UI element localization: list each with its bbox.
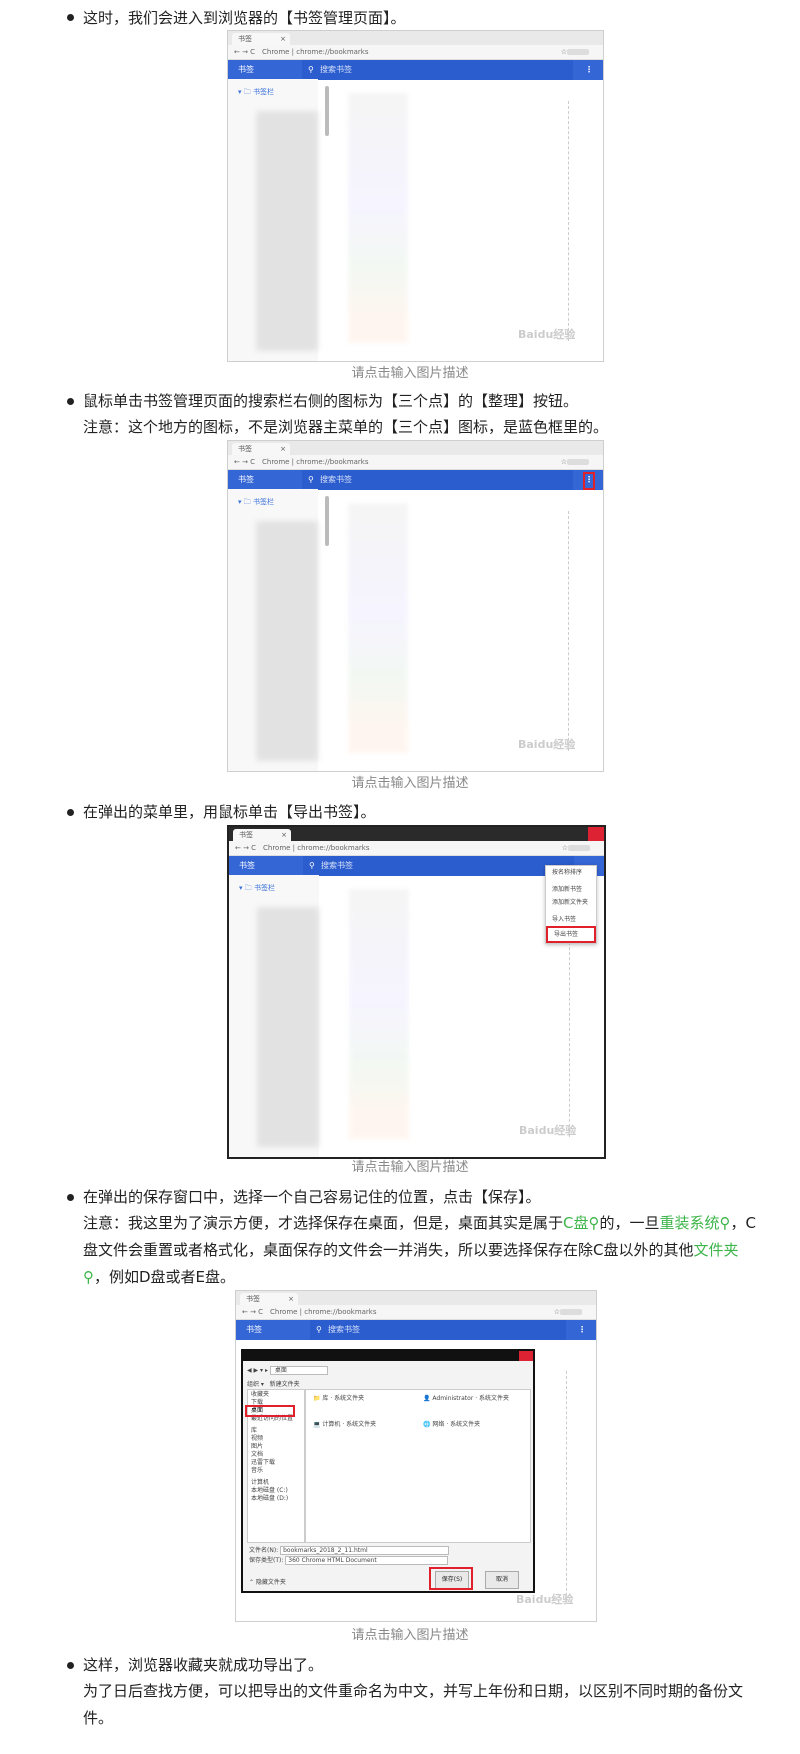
search-icon: ⚲: [83, 1268, 94, 1286]
bookmarks-search: ⚲ 搜索书签: [302, 60, 573, 80]
screenshot-save-dialog: 书签 × ← → C Chrome | chrome://bookmarks ☆ 书签…: [235, 1290, 597, 1622]
watermark: Baidu经验: [518, 328, 576, 341]
organize-menu: 按名称排序 添加新书签 添加新文件夹 导入书签 导出书签: [545, 865, 597, 944]
step-1-text: 这时，我们会进入到浏览器的【书签管理页面】。: [83, 9, 406, 27]
screenshot-bookmarks-organize: 书签 × ← → C Chrome | chrome://bookmarks ☆ 书签…: [227, 440, 604, 772]
menu-item[interactable]: 添加新文件夹: [546, 896, 596, 909]
image-caption: 请点击输入图片描述: [351, 1628, 469, 1643]
browser-tab: 书签 ×: [232, 33, 290, 45]
image-caption: 请点击输入图片描述: [351, 776, 469, 791]
search-icon: ⚲: [316, 1325, 322, 1334]
menu-item[interactable]: 按名称排序: [546, 866, 596, 879]
link-reinstall[interactable]: 重装系统⚲: [660, 1214, 731, 1232]
link-c-drive[interactable]: C盘⚲: [563, 1214, 599, 1232]
cancel-button[interactable]: 取消: [485, 1571, 519, 1589]
step-5-line-2: 为了日后查找方便，可以把导出的文件重命名为中文，并写上年份和日期，以区别不同时期…: [83, 1682, 744, 1727]
search-icon: ⚲: [719, 1214, 731, 1232]
highlight-desktop: [245, 1405, 295, 1417]
highlight-organize-button: [583, 472, 595, 490]
screenshot-export-menu: 书签 × ← → C Chrome | chrome://bookmarks ☆ 书签…: [227, 825, 606, 1159]
filename-input[interactable]: bookmarks_2018_2_11.html: [280, 1546, 449, 1555]
menu-item[interactable]: 添加新书签: [546, 883, 596, 896]
screenshot-bookmarks-page: 书签 × ← → C Chrome | chrome://bookmarks ☆ 书签…: [227, 30, 604, 362]
bookmarks-header: 书签 ⚲ 搜索书签 ⋮: [228, 470, 603, 490]
close-icon: [519, 1351, 533, 1361]
image-caption: 请点击输入图片描述: [351, 1160, 469, 1175]
save-dialog: ◀ ▶ ▾ ▸ 桌面 组织 ▾ 新建文件夹 收藏夹 下载 桌面 最近访问的位置 …: [241, 1349, 535, 1593]
address-bar: Chrome | chrome://bookmarks: [262, 48, 369, 56]
search-icon: ⚲: [308, 65, 314, 74]
nav-buttons: ← → C: [234, 48, 256, 56]
step-4-note: 注意：我这里为了演示方便，才选择保存在桌面，但是，桌面其实是属于C盘⚲的，一旦重…: [83, 1214, 757, 1286]
filetype-select[interactable]: 360 Chrome HTML Document: [285, 1556, 448, 1565]
bullet: [67, 1194, 74, 1201]
bookmarks-header: 书签 ⚲ 搜索书签 ⋮: [228, 60, 603, 80]
folder-bookmarks-bar: ▾ 🗀 书签栏: [238, 88, 274, 96]
menu-item[interactable]: 导入书签: [546, 913, 596, 926]
step-3-text: 在弹出的菜单里，用鼠标单击【导出书签】。: [83, 803, 376, 821]
step-4-line-1: 在弹出的保存窗口中，选择一个自己容易记住的位置，点击【保存】。: [83, 1188, 541, 1206]
image-caption: 请点击输入图片描述: [351, 366, 469, 381]
step-5-line-1: 这样，浏览器收藏夹就成功导出了。: [83, 1656, 324, 1674]
more-dots-icon: ⋮: [585, 65, 593, 74]
step-2-line-2: 注意：这个地方的图标，不是浏览器主菜单的【三个点】图标，是蓝色框里的。: [83, 418, 609, 436]
bullet: [67, 809, 74, 816]
menu-item-export[interactable]: 导出书签: [546, 926, 596, 943]
step-2-line-1: 鼠标单击书签管理页面的搜索栏右侧的图标为【三个点】的【整理】按钮。: [83, 392, 579, 410]
bullet: [67, 1662, 74, 1669]
search-icon: ⚲: [308, 475, 314, 484]
search-icon: ⚲: [588, 1214, 600, 1232]
bullet: [67, 14, 74, 21]
dialog-address: 桌面: [269, 1366, 328, 1375]
bullet: [67, 398, 74, 405]
search-icon: ⚲: [309, 861, 315, 870]
highlight-save-button: [429, 1567, 473, 1590]
